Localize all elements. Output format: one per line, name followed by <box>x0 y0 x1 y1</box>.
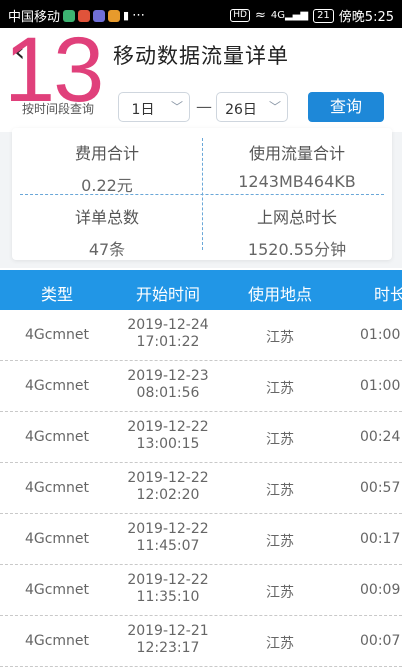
table-row[interactable]: 4Gcmnet 2019-12-22 11:35:10 江苏 00:09: <box>0 565 402 616</box>
cell-location: 江苏 <box>266 636 294 652</box>
start-day-value: 1日 <box>131 102 155 118</box>
fee-summary: 费用合计 0.22元 <box>12 140 202 196</box>
cell-date: 2019-12-24 <box>127 317 209 333</box>
chevron-down-icon: ﹀ <box>170 100 183 114</box>
start-day-select[interactable]: 1日 ﹀ <box>118 92 190 122</box>
notification-icon: ▮ <box>123 9 130 22</box>
app-header: ‹ 移动数据流量详单 <box>0 28 402 78</box>
app-notification-icon <box>78 9 91 22</box>
cell-type: 4Gcmnet <box>24 531 90 547</box>
cell-start-time: 2019-12-24 17:01:22 <box>112 317 224 351</box>
table-row[interactable]: 4Gcmnet 2019-12-22 12:02:20 江苏 00:57: <box>0 463 402 514</box>
table-body[interactable]: 4Gcmnet 2019-12-24 17:01:22 江苏 01:00: 4Gc… <box>0 310 402 672</box>
column-header-duration: 时长 <box>374 285 402 304</box>
signal-icon: 4G▂▄▆ <box>270 10 309 21</box>
column-header-type: 类型 <box>40 285 73 304</box>
cell-duration: 01:00: <box>360 378 402 394</box>
cell-time: 17:01:22 <box>136 334 200 350</box>
table-row[interactable]: 4Gcmnet 2019-12-23 08:01:56 江苏 01:00: <box>0 361 402 412</box>
app-notification-icon <box>108 9 121 22</box>
count-value: 47条 <box>88 240 126 259</box>
chevron-down-icon: ﹀ <box>268 100 281 114</box>
cell-date: 2019-12-22 <box>127 521 209 537</box>
cell-location: 江苏 <box>266 483 294 499</box>
table-row[interactable]: 4Gcmnet 2019-12-22 13:00:15 江苏 00:24: <box>0 412 402 463</box>
network-type: 4G <box>270 10 285 21</box>
cell-time: 11:35:10 <box>136 589 200 605</box>
summary-card: 费用合计 0.22元 使用流量合计 1243MB464KB 详单总数 47条 上… <box>12 128 392 260</box>
status-right: HD ≈ 4G▂▄▆ 21 傍晚5:25 <box>230 6 394 25</box>
end-day-select[interactable]: 26日 ﹀ <box>216 92 288 122</box>
cell-type: 4Gcmnet <box>24 582 90 598</box>
fee-label: 费用合计 <box>74 144 139 163</box>
count-summary: 详单总数 47条 <box>12 204 202 260</box>
status-bar: 中国移动 ▮ ⋯ HD ≈ 4G▂▄▆ 21 傍晚5:25 <box>0 0 402 28</box>
battery-level: 21 <box>317 9 330 21</box>
table-row[interactable]: 4Gcmnet 2019-12-22 11:45:07 江苏 00:17: <box>0 514 402 565</box>
cell-start-time: 2019-12-21 12:23:17 <box>112 623 224 657</box>
duration-value: 1520.55分钟 <box>247 240 347 259</box>
cell-start-time: 2019-12-22 13:00:15 <box>112 419 224 453</box>
range-separator: — <box>196 97 212 116</box>
cell-duration: 00:57: <box>360 480 402 496</box>
cell-time: 08:01:56 <box>136 385 200 401</box>
cell-location: 江苏 <box>266 330 294 346</box>
carrier-name: 中国移动 <box>8 10 61 25</box>
cell-date: 2019-12-23 <box>127 368 209 384</box>
cell-time: 11:45:07 <box>136 538 200 554</box>
end-day-value: 26日 <box>225 102 257 118</box>
column-header-start-time: 开始时间 <box>135 285 200 304</box>
cell-start-time: 2019-12-23 08:01:56 <box>112 368 224 402</box>
cell-location: 江苏 <box>266 534 294 550</box>
date-filter-row: 按时间段查询 1日 ﹀ — 26日 ﹀ 查询 <box>0 80 402 132</box>
traffic-value: 1243MB464KB <box>238 172 356 191</box>
wifi-icon: ≈ <box>254 8 266 23</box>
cell-time: 12:23:17 <box>136 640 200 656</box>
column-header-location: 使用地点 <box>247 285 312 304</box>
cell-start-time: 2019-12-22 12:02:20 <box>112 470 224 504</box>
app-notification-icon <box>93 9 106 22</box>
status-left: 中国移动 ▮ ⋯ <box>8 6 145 25</box>
cell-duration: 00:09: <box>360 582 402 598</box>
cell-date: 2019-12-21 <box>127 623 209 639</box>
cell-location: 江苏 <box>266 381 294 397</box>
cell-start-time: 2019-12-22 11:45:07 <box>112 521 224 555</box>
cell-date: 2019-12-22 <box>127 572 209 588</box>
table-header: 类型 开始时间 使用地点 时长 <box>0 270 402 310</box>
cell-type: 4Gcmnet <box>24 633 90 649</box>
cell-date: 2019-12-22 <box>127 470 209 486</box>
table-row[interactable]: 4Gcmnet 2019-12-21 12:23:17 江苏 00:07: <box>0 616 402 667</box>
clock: 傍晚5:25 <box>338 10 394 25</box>
cell-type: 4Gcmnet <box>24 327 90 343</box>
query-button[interactable]: 查询 <box>308 92 384 122</box>
cell-duration: 01:00: <box>360 327 402 343</box>
cell-duration: 00:07: <box>360 633 402 649</box>
cell-type: 4Gcmnet <box>24 378 90 394</box>
app-notification-icon <box>63 9 76 22</box>
hd-icon: HD <box>230 9 250 22</box>
cell-location: 江苏 <box>266 585 294 601</box>
fee-value: 0.22元 <box>81 176 133 195</box>
cell-type: 4Gcmnet <box>24 429 90 445</box>
cell-duration: 00:17: <box>360 531 402 547</box>
table-row[interactable]: 4Gcmnet 2019-12-24 17:01:22 江苏 01:00: <box>0 310 402 361</box>
traffic-label: 使用流量合计 <box>248 144 345 163</box>
traffic-summary: 使用流量合计 1243MB464KB <box>202 140 392 191</box>
count-label: 详单总数 <box>74 208 139 227</box>
cell-duration: 00:24: <box>360 429 402 445</box>
cell-date: 2019-12-22 <box>127 419 209 435</box>
battery-icon: 21 <box>313 8 334 23</box>
cell-time: 12:02:20 <box>136 487 200 503</box>
cell-start-time: 2019-12-22 11:35:10 <box>112 572 224 606</box>
cell-type: 4Gcmnet <box>24 480 90 496</box>
cell-location: 江苏 <box>266 432 294 448</box>
duration-summary: 上网总时长 1520.55分钟 <box>202 204 392 260</box>
more-notifications-icon: ⋯ <box>132 8 146 23</box>
duration-label: 上网总时长 <box>256 208 337 227</box>
page-title: 移动数据流量详单 <box>113 44 289 68</box>
horizontal-divider <box>20 194 384 195</box>
filter-label: 按时间段查询 <box>22 102 95 116</box>
cell-time: 13:00:15 <box>136 436 200 452</box>
